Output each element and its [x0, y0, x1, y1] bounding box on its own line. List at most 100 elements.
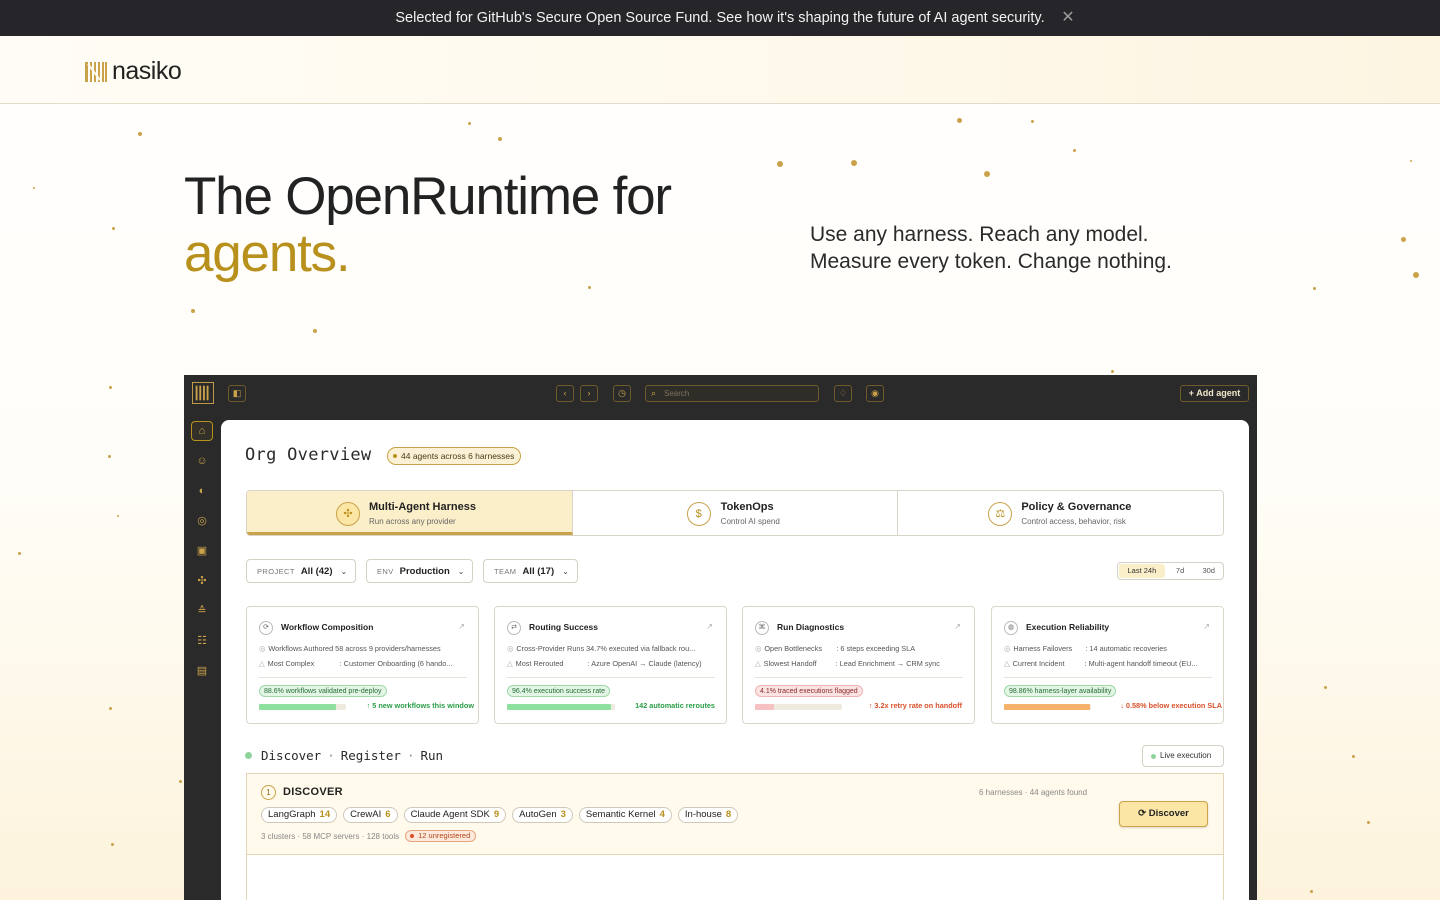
flow-step-register: Register [340, 748, 401, 763]
tab-title: TokenOps [720, 501, 774, 513]
range-option-24h[interactable]: Last 24h [1119, 564, 1165, 578]
harness-chip[interactable]: Semantic Kernel 4 [578, 807, 672, 823]
tab-tokenops[interactable]: $ TokenOps Control AI spend [572, 491, 899, 535]
back-icon[interactable]: ‹ [556, 385, 574, 402]
row-key: Workflows Authored [268, 644, 334, 653]
token-icon[interactable]: ▣ [191, 541, 213, 561]
card-row: ◎ Open Bottlenecks: 6 steps exceeding SLA [755, 644, 967, 653]
arrow-up-right-icon[interactable]: ↗ [1203, 622, 1210, 631]
chip-count: 8 [725, 809, 732, 820]
card-delta: ↓ 0.58% below execution SLA [1120, 701, 1222, 710]
status-pill: 96.4% execution success rate [507, 685, 610, 697]
harness-chip[interactable]: Claude Agent SDK 9 [403, 807, 507, 823]
progress-bar [507, 704, 615, 710]
chip-name: In-house [684, 809, 722, 820]
warning-icon: △ [259, 659, 265, 668]
brand-logo[interactable]: nasiko [84, 57, 182, 86]
announcement-text[interactable]: Selected for GitHub's Secure Open Source… [395, 10, 1044, 26]
team-filter[interactable]: TEAM All (17) ⌄ [483, 559, 578, 583]
puzzle-icon[interactable]: ✣ [191, 571, 213, 591]
warning-icon: △ [507, 659, 513, 668]
routing-icon: ⇄ [507, 621, 521, 635]
discover-button[interactable]: ⟳ Discover [1119, 801, 1208, 827]
row-key: Slowest Handoff [763, 659, 817, 668]
row-key: Cross-Provider Runs [516, 644, 585, 653]
nasiko-logo-icon [85, 61, 107, 82]
live-execution-button[interactable]: Live execution [1142, 745, 1224, 767]
card-row: ◎ Cross-Provider Runs 34.7% executed via … [507, 644, 719, 653]
card-delta: 142 automatic reroutes [635, 701, 715, 710]
row-key: Most Complex [267, 659, 315, 668]
reliability-icon: ◍ [1004, 621, 1018, 635]
step-number: 1 [261, 785, 276, 800]
history-icon[interactable]: ◷ [613, 385, 631, 402]
divider [259, 677, 467, 678]
harness-chips: LangGraph 14 CrewAI 6 Claude Agent SDK 9 Au… [261, 807, 739, 823]
plus-icon: + [1188, 388, 1195, 398]
sidebar-toggle-icon[interactable]: ◧ [228, 385, 246, 402]
arrow-up-right-icon[interactable]: ↗ [706, 622, 713, 631]
token-icon: $ [686, 502, 711, 526]
arrow-up-right-icon[interactable]: ↗ [458, 622, 465, 631]
info-icon: ◎ [507, 644, 514, 653]
status-pill: 98.86% harness-layer availability [1004, 685, 1117, 697]
metric-card-run-diagnostics[interactable]: ⌘ Run Diagnostics ↗ ◎ Open Bottlenecks: 6… [742, 606, 975, 724]
flow-step-run: Run [420, 748, 444, 763]
card-delta: ↑ 3.2x retry rate on handoff [868, 701, 962, 710]
harness-chip[interactable]: CrewAI 6 [343, 807, 398, 823]
database-icon[interactable]: ▤ [191, 661, 213, 681]
progress-fill [259, 704, 337, 710]
brain-icon[interactable]: ◐ [191, 481, 213, 501]
divider [507, 677, 715, 678]
harness-chip[interactable]: In-house 8 [677, 807, 739, 823]
harness-chip[interactable]: AutoGen 3 [512, 807, 573, 823]
info-icon: ◎ [755, 644, 762, 653]
close-icon[interactable]: ✕ [1059, 9, 1077, 27]
home-icon[interactable]: ⌂ [191, 421, 213, 441]
tab-policy-governance[interactable]: ⚖ Policy & Governance Control access, be… [898, 491, 1223, 535]
card-row: △ Slowest Handoff: Lead Enrichment → CRM … [755, 659, 967, 668]
stack-icon[interactable]: ≙ [191, 601, 213, 621]
chip-name: AutoGen [519, 809, 557, 820]
search-icon: ⌕ [651, 388, 657, 398]
project-filter[interactable]: PROJECT All (42) ⌄ [246, 559, 357, 583]
app-preview: ◧ ‹ › ◷ ⌕ Search ♢ ◉ + Add agent ⌂ ☺ ◐ ◎… [184, 375, 1257, 900]
time-range-toggle: Last 24h 7d 30d [1117, 562, 1224, 580]
settings-icon[interactable]: ◉ [866, 385, 884, 402]
main-panel: Org Overview 44 agents across 6 harnesse… [221, 420, 1249, 900]
users-icon[interactable]: ☷ [191, 631, 213, 651]
metric-card-routing-success[interactable]: ⇄ Routing Success ↗ ◎ Cross-Provider Runs… [494, 606, 727, 724]
tab-multi-agent-harness[interactable]: ✣ Multi-Agent Harness Run across any pro… [247, 491, 573, 535]
card-row: △ Current Incident: Multi-agent handoff t… [1004, 659, 1216, 668]
page-title: Org Overview [245, 445, 372, 465]
warning-icon: △ [755, 659, 761, 668]
forward-icon[interactable]: › [580, 385, 598, 402]
unregistered-badge: 12 unregistered [405, 830, 477, 842]
tab-desc: Run across any provider [369, 517, 456, 526]
agent-icon[interactable]: ☺ [191, 451, 213, 471]
tab-desc: Control access, behavior, risk [1021, 517, 1126, 526]
add-agent-button[interactable]: + Add agent [1180, 385, 1249, 402]
range-option-30d[interactable]: 30d [1194, 564, 1223, 578]
flow-steps: Discover · Register · Run [245, 748, 443, 763]
row-value: : Azure OpenAI → Claude (latency) [587, 659, 702, 668]
hero-subtitle-line1: Use any harness. Reach any model. [810, 223, 1149, 246]
card-delta: ↑ 5 new workflows this window [366, 701, 474, 710]
row-key: Harness Failovers [1013, 644, 1073, 653]
target-icon[interactable]: ◎ [191, 511, 213, 531]
arrow-up-right-icon[interactable]: ↗ [954, 622, 961, 631]
metric-card-execution-reliability[interactable]: ◍ Execution Reliability ↗ ◎ Harness Failo… [991, 606, 1224, 724]
bell-icon[interactable]: ♢ [834, 385, 852, 402]
chip-name: LangGraph [268, 809, 316, 820]
metric-card-workflow-composition[interactable]: ⟳ Workflow Composition ↗ ◎ Workflows Auth… [246, 606, 479, 724]
infra-summary: 3 clusters · 58 MCP servers · 128 tools [261, 831, 400, 841]
harness-chip[interactable]: LangGraph 14 [261, 807, 338, 823]
row-value: 34.7% executed via fallback rou... [586, 644, 696, 653]
row-key: Most Rerouted [515, 659, 564, 668]
search-input[interactable]: ⌕ Search [645, 385, 819, 402]
hero-title-accent: agents. [184, 224, 351, 283]
row-key: Open Bottlenecks [764, 644, 822, 653]
filter-key: ENV [377, 566, 394, 576]
env-filter[interactable]: ENV Production ⌄ [366, 559, 474, 583]
range-option-7d[interactable]: 7d [1166, 564, 1195, 578]
